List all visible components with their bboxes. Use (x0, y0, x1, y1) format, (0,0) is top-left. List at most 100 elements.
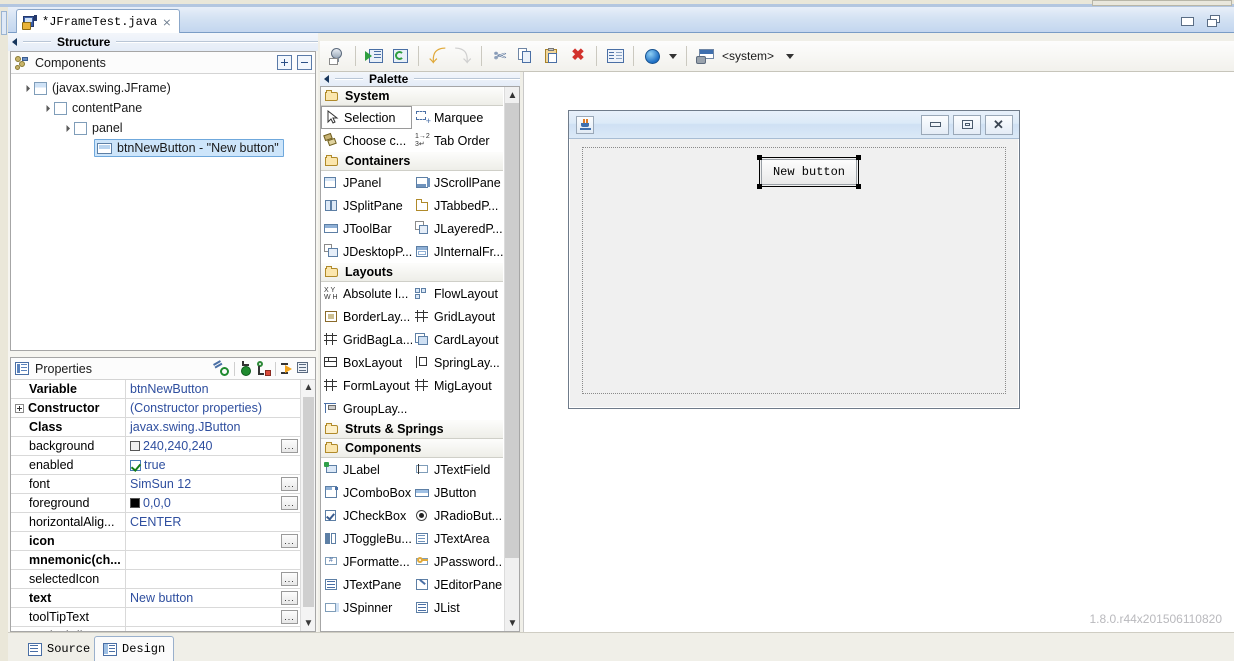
minimize-icon[interactable] (1181, 17, 1194, 26)
palette-item-jeditorpane[interactable]: JEditorPane (412, 573, 503, 596)
palette-scrollbar[interactable]: ▲ ▼ (504, 87, 519, 631)
property-row[interactable]: textNew button... (11, 589, 300, 608)
property-value[interactable]: javax.swing.JButton (126, 418, 300, 436)
collapse-all-icon[interactable] (297, 55, 312, 70)
palette-item-miglayout[interactable]: MigLayout (412, 374, 503, 397)
palette-item-cardlayout[interactable]: CardLayout (412, 328, 503, 351)
scroll-down-icon[interactable]: ▼ (505, 615, 520, 631)
palette-item-jcombobox[interactable]: JComboBox (321, 481, 412, 504)
palette-item-jformattedtextfield[interactable]: #JFormatte... (321, 550, 412, 573)
property-value[interactable]: SimSun 12... (126, 475, 300, 493)
selected-node[interactable]: btnNewButton - "New button" (94, 139, 284, 157)
properties-table[interactable]: VariablebtnNewButton Constructor(Constru… (11, 380, 300, 631)
copy-button[interactable] (513, 44, 539, 68)
palette-item-borderlayout[interactable]: BorderLay... (321, 305, 412, 328)
palette-item-jlabel[interactable]: JLabel (321, 458, 412, 481)
jframe-preview[interactable]: ✕ New button (568, 110, 1020, 409)
palette-category-struts-springs[interactable]: Struts & Springs (321, 420, 503, 439)
paste-button[interactable] (539, 44, 565, 68)
scrollbar-thumb[interactable] (303, 397, 314, 607)
palette-item-springlayout[interactable]: SpringLay... (412, 351, 503, 374)
palette-category-system[interactable]: System (321, 87, 503, 106)
property-row[interactable]: mnemonic(ch... (11, 551, 300, 570)
palette-item-jscrollpane[interactable]: JScrollPane (412, 171, 503, 194)
tree-row[interactable]: contentPane (11, 98, 315, 118)
look-and-feel-button[interactable] (692, 44, 718, 68)
palette-item-gridbaglayout[interactable]: GridBagLa... (321, 328, 412, 351)
checkbox-icon[interactable] (130, 460, 141, 471)
show-advanced-icon[interactable] (280, 361, 296, 376)
palette-item-jbutton[interactable]: JButton (412, 481, 503, 504)
property-row[interactable]: foreground0,0,0... (11, 494, 300, 513)
open-editor-button[interactable] (361, 44, 387, 68)
palette-category-components[interactable]: Components (321, 439, 503, 458)
property-value[interactable]: ... (126, 608, 300, 626)
restore-default-icon[interactable] (213, 361, 230, 376)
redo-button[interactable]: ⤵ (450, 44, 476, 68)
cut-button[interactable]: ✄ (487, 44, 513, 68)
open-editor-ellipsis-button[interactable]: ... (281, 572, 298, 586)
editor-tab-jframetest[interactable]: *JFrameTest.java ⨯ (16, 9, 180, 34)
palette-item-jinternalframe[interactable]: JInternalFr... (412, 240, 503, 263)
refresh-button[interactable] (387, 44, 413, 68)
scrollbar-thumb[interactable] (505, 103, 520, 558)
palette-item-jpasswordfield[interactable]: JPassword... (412, 550, 503, 573)
jframe-maximize-button[interactable] (953, 115, 981, 135)
show-events-icon[interactable] (255, 361, 271, 376)
palette-item-formlayout[interactable]: FormLayout (321, 374, 412, 397)
palette-item-jdesktoppane[interactable]: JDesktopP... (321, 240, 412, 263)
test-button[interactable] (324, 44, 350, 68)
palette-item-absolute-layout[interactable]: X YW HAbsolute l... (321, 282, 412, 305)
tree-row[interactable]: panel (11, 118, 315, 138)
resize-handle-sw[interactable] (757, 184, 762, 189)
property-value[interactable]: true (126, 456, 300, 474)
resize-handle-nw[interactable] (757, 155, 762, 160)
properties-button[interactable] (602, 44, 628, 68)
delete-button[interactable]: ✖ (565, 44, 591, 68)
open-editor-ellipsis-button[interactable]: ... (281, 477, 298, 491)
tree-row-selected[interactable]: btnNewButton - "New button" (11, 138, 315, 158)
palette-item-gridlayout[interactable]: GridLayout (412, 305, 503, 328)
palette-item-jlayeredpane[interactable]: JLayeredP... (412, 217, 503, 240)
property-row[interactable]: Constructor(Constructor properties) (11, 399, 300, 418)
jframe-title-bar[interactable]: ✕ (569, 111, 1019, 139)
property-value[interactable]: New button... (126, 589, 300, 607)
scroll-up-icon[interactable]: ▲ (505, 87, 520, 103)
palette-item-selection[interactable]: Selection (321, 106, 412, 129)
property-row[interactable]: VariablebtnNewButton (11, 380, 300, 399)
open-editor-ellipsis-button[interactable]: ... (281, 610, 298, 624)
tree-row[interactable]: (javax.swing.JFrame) (11, 78, 315, 98)
scroll-down-icon[interactable]: ▼ (301, 616, 316, 631)
property-row[interactable]: icon... (11, 532, 300, 551)
property-value[interactable]: CENTER (126, 627, 300, 631)
palette-item-jspinner[interactable]: JSpinner (321, 596, 412, 619)
open-editor-ellipsis-button[interactable]: ... (281, 591, 298, 605)
property-value[interactable]: 0,0,0... (126, 494, 300, 512)
palette-item-tab-order[interactable]: 1→2 3↵ Tab Order (412, 129, 503, 152)
properties-scrollbar[interactable]: ▲ ▼ (300, 380, 315, 631)
close-icon[interactable]: ⨯ (162, 16, 171, 29)
palette-item-jtabbedpane[interactable]: JTabbedP... (412, 194, 503, 217)
palette-item-jtextpane[interactable]: JTextPane (321, 573, 412, 596)
property-value[interactable]: ... (126, 570, 300, 588)
open-editor-ellipsis-button[interactable]: ... (281, 496, 298, 510)
expand-twisty-icon[interactable] (21, 82, 34, 95)
palette-items[interactable]: System Selection + Marquee (321, 87, 503, 631)
design-canvas[interactable]: ✕ New button 1.8.0.r44x201506110820 (523, 72, 1234, 632)
jframe-close-button[interactable]: ✕ (985, 115, 1013, 135)
component-tree[interactable]: (javax.swing.JFrame) contentPane panel b… (11, 74, 315, 328)
collapsed-view-tab[interactable] (1, 11, 7, 35)
locale-button[interactable] (639, 44, 665, 68)
property-row[interactable]: fontSimSun 12... (11, 475, 300, 494)
jframe-minimize-button[interactable] (921, 115, 949, 135)
palette-item-jtogglebutton[interactable]: JToggleBu... (321, 527, 412, 550)
collapse-left-icon[interactable] (12, 38, 17, 46)
palette-item-jsplitpane[interactable]: JSplitPane (321, 194, 412, 217)
property-row[interactable]: verticalAlignm...CENTER (11, 627, 300, 631)
property-row[interactable]: horizontalAlig...CENTER (11, 513, 300, 532)
open-editor-ellipsis-button[interactable]: ... (281, 439, 298, 453)
property-value[interactable]: CENTER (126, 513, 300, 531)
palette-item-grouplayout[interactable]: GroupLay... (321, 397, 412, 420)
look-and-feel-dropdown[interactable] (782, 44, 798, 68)
property-row[interactable]: selectedIcon... (11, 570, 300, 589)
